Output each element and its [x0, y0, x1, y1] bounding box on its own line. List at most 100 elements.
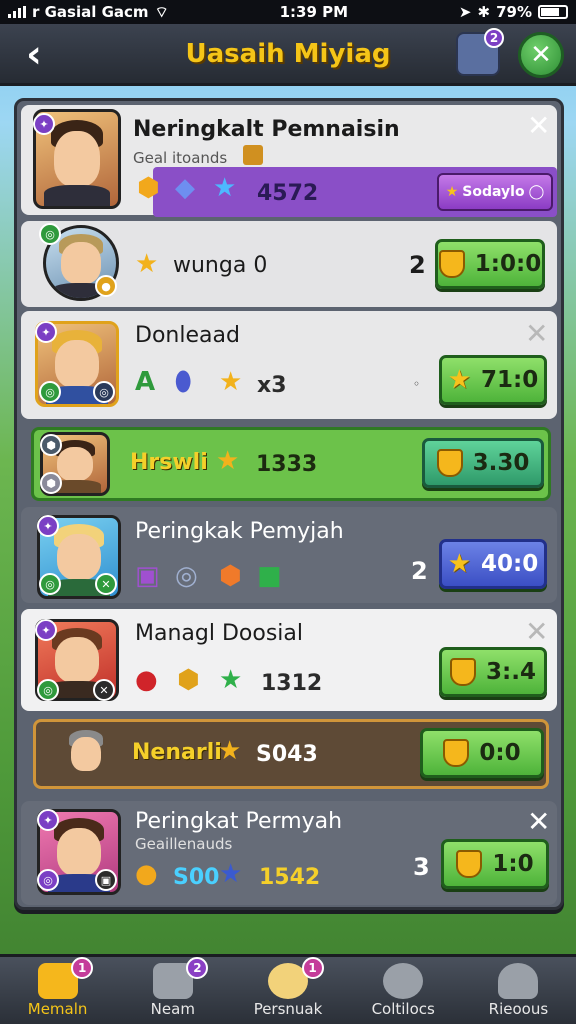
star-icon: ★ — [219, 367, 243, 397]
player-name: Hrswli — [130, 450, 208, 475]
chest-button[interactable]: 2 — [456, 28, 504, 76]
nav-label: Memaln — [27, 1000, 88, 1018]
nav-item-profile[interactable]: Rieoous — [461, 957, 576, 1024]
star-icon: ★ — [135, 249, 159, 279]
player-subtitle: Geal itoands — [133, 149, 228, 167]
wifi-icon: ⌔ — [154, 2, 169, 21]
badge-icon: ✦ — [35, 321, 57, 343]
avatar — [60, 726, 112, 782]
helmet-icon — [383, 963, 424, 999]
top-bar: ‹ Uasaih Miyiag 2 ✕ — [0, 24, 576, 86]
gem-icon: ⬢ — [219, 561, 242, 591]
star-icon: ★ — [216, 446, 240, 476]
star-icon — [443, 739, 470, 767]
special-button[interactable]: ★ Sodaylo ◯ — [437, 173, 553, 211]
reward-button[interactable]: 1:0 — [441, 839, 549, 889]
close-icon[interactable]: ✕ — [527, 109, 550, 142]
shield-icon: ⬢ — [40, 472, 62, 494]
close-icon[interactable]: ✕ — [525, 615, 548, 648]
chest-icon: ⬢ — [177, 665, 200, 695]
reward-value: 3.30 — [472, 450, 530, 476]
shield-icon: ⬢ — [137, 173, 160, 203]
bottom-nav: 1 Memaln 2 Neam 1 Persnuak Coltilocs Rie… — [0, 954, 576, 1024]
bluetooth-icon: ✱ — [477, 3, 491, 21]
battery-icon — [537, 5, 568, 19]
score-value: 1333 — [256, 452, 318, 477]
nav-item-main[interactable]: 1 Memaln — [0, 957, 115, 1024]
reward-button[interactable]: 3.30 — [422, 438, 544, 488]
shield-icon — [436, 449, 463, 477]
reward-value: 3:.4 — [486, 659, 536, 685]
close-icon: ✕ — [530, 40, 552, 70]
reward-button[interactable]: 1:0:0 — [435, 239, 545, 289]
badge-icon: ◎ — [39, 223, 61, 245]
reward-button[interactable]: ★ 71:0 — [439, 355, 547, 405]
chevron-left-icon: ‹ — [26, 32, 42, 76]
reward-button[interactable]: 0:0 — [420, 728, 544, 778]
player-name: Managl Doosial — [135, 621, 303, 646]
close-button[interactable]: ✕ — [518, 32, 564, 78]
score-value: 4572 — [257, 181, 319, 206]
reward-button[interactable]: 3:.4 — [439, 647, 547, 697]
ring-icon: ◎ — [175, 561, 198, 591]
location-icon: ➤ — [458, 3, 472, 21]
list-item[interactable]: ⬢ ⬢ Hrswli ★ 1333 3.30 — [31, 427, 551, 501]
player-name: Nenarli — [132, 740, 222, 765]
carrier-label: r Gasial Gacm — [32, 3, 149, 21]
player-name: Peringkak Pemyjah — [135, 519, 344, 544]
star-icon: ★ — [213, 173, 237, 203]
special-label: Sodaylo — [462, 184, 525, 200]
back-button[interactable]: ‹ — [12, 32, 56, 76]
shield-icon — [438, 250, 465, 278]
player-name: Peringkat Permyah — [135, 809, 343, 834]
list-item[interactable]: ✦ ◎ ✕ Peringkak Pemyjah ▣ ◎ ⬢ ■ 2 ★ 40:0 — [21, 507, 557, 603]
list-item[interactable]: Nenarli ★ S043 0:0 — [33, 719, 549, 789]
dot-icon: ◦ — [413, 377, 421, 391]
reward-value: 1:0:0 — [474, 251, 542, 277]
badge-icon: ⬢ — [40, 434, 62, 456]
ring-icon: ◎ — [37, 679, 59, 701]
nav-label: Rieoous — [488, 1000, 549, 1018]
ring-icon: ◎ — [39, 573, 61, 595]
list-item[interactable]: ✦ ◎ ◎ Donleaad A ⬮ ★ x3 ◦ ✕ ★ 71:0 — [21, 311, 557, 419]
star-icon: ★ — [219, 665, 243, 695]
star-icon: ★ — [218, 736, 242, 766]
nav-item-team[interactable]: 2 Neam — [115, 957, 230, 1024]
score-value: S043 — [256, 742, 318, 767]
chest-icon — [243, 145, 263, 165]
star-icon: ★ — [219, 859, 243, 889]
reward-button[interactable]: ★ 40:0 — [439, 539, 547, 589]
nav-item-collections[interactable]: Coltilocs — [346, 957, 461, 1024]
emerald-icon: ■ — [257, 561, 282, 591]
leaderboard-panel: ✦ Neringkalt Pemnaisin Geal itoands ⬢ ◆ … — [14, 98, 564, 910]
list-item[interactable]: ✦ ◎ ✕ Managl Doosial ✕ ● ⬢ ★ 1312 3:.4 — [21, 609, 557, 711]
ring-icon: ✕ — [95, 573, 117, 595]
medal-icon: ● — [95, 275, 117, 297]
shield-icon — [450, 658, 477, 686]
close-icon[interactable]: ✕ — [527, 805, 550, 838]
reward-value: 1:0 — [492, 851, 534, 877]
ring-icon: ◎ — [93, 381, 115, 403]
player-name: Donleaad — [135, 323, 240, 348]
list-item[interactable]: ✦ Neringkalt Pemnaisin Geal itoands ⬢ ◆ … — [21, 105, 557, 217]
close-icon[interactable]: ✕ — [525, 317, 548, 350]
list-item[interactable]: ✦ ◎ ▣ Peringkat Permyah Geaillenauds ✕ ●… — [21, 801, 557, 905]
player-name: wunga 0 — [173, 253, 268, 278]
rank-number: 2 — [409, 251, 426, 279]
chest-icon: ▣ — [95, 869, 117, 891]
ring-icon: ◎ — [37, 869, 59, 891]
nav-item-leaderboard[interactable]: 1 Persnuak — [230, 957, 345, 1024]
battery-percent: 79% — [496, 3, 532, 21]
multiplier-value: x3 — [257, 373, 287, 398]
player-name: Neringkalt Pemnaisin — [133, 117, 400, 142]
list-item[interactable]: ◎ ● ★ wunga 0 2 1:0:0 — [21, 221, 557, 307]
chest-badge: 2 — [484, 28, 504, 48]
badge-icon: ✦ — [35, 619, 57, 641]
nav-badge: 1 — [71, 957, 94, 979]
nav-label: Neam — [150, 1000, 195, 1018]
rank-number: 3 — [413, 853, 430, 881]
chest-icon: ▣ — [135, 561, 160, 591]
badge-icon: ✦ — [37, 809, 59, 831]
nav-label: Persnuak — [253, 1000, 323, 1018]
ring-icon: ◎ — [39, 381, 61, 403]
